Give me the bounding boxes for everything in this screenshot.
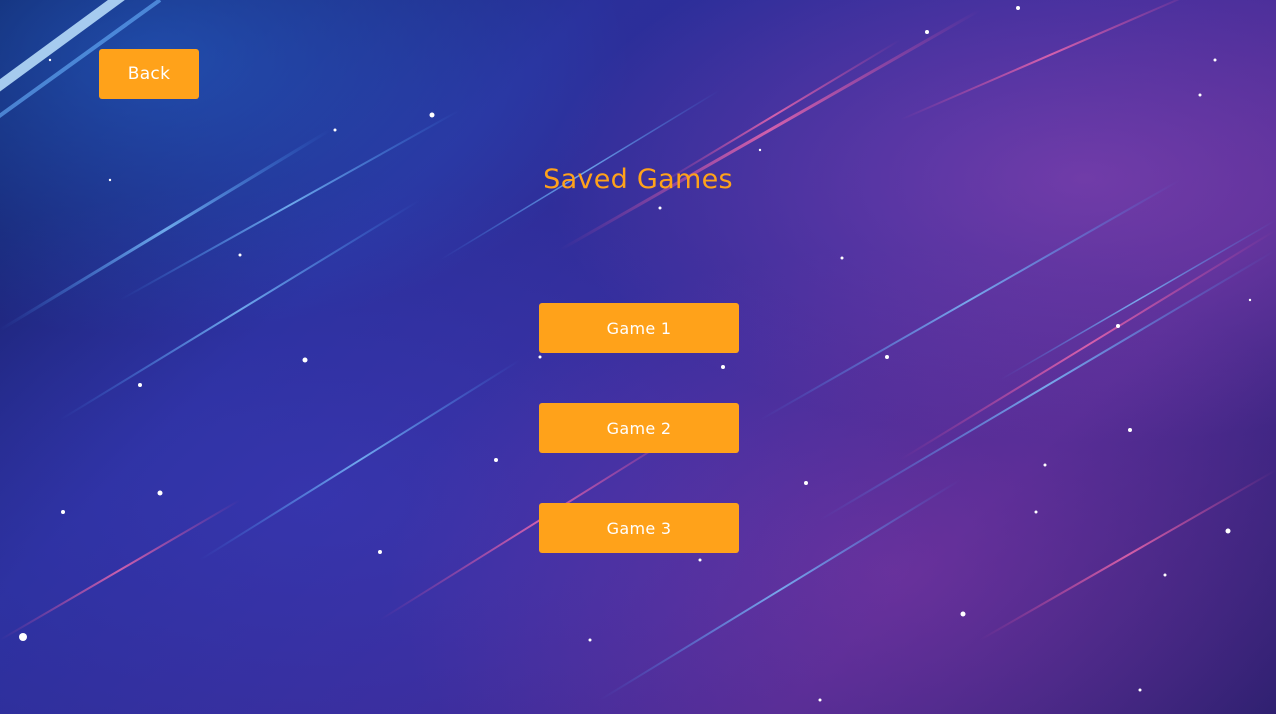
page-title: Saved Games	[543, 164, 733, 195]
game-3-button[interactable]: Game 3	[539, 503, 739, 553]
game-2-button[interactable]: Game 2	[539, 403, 739, 453]
back-button[interactable]: Back	[99, 49, 199, 99]
space-background	[0, 0, 1276, 702]
game-1-button[interactable]: Game 1	[539, 303, 739, 353]
